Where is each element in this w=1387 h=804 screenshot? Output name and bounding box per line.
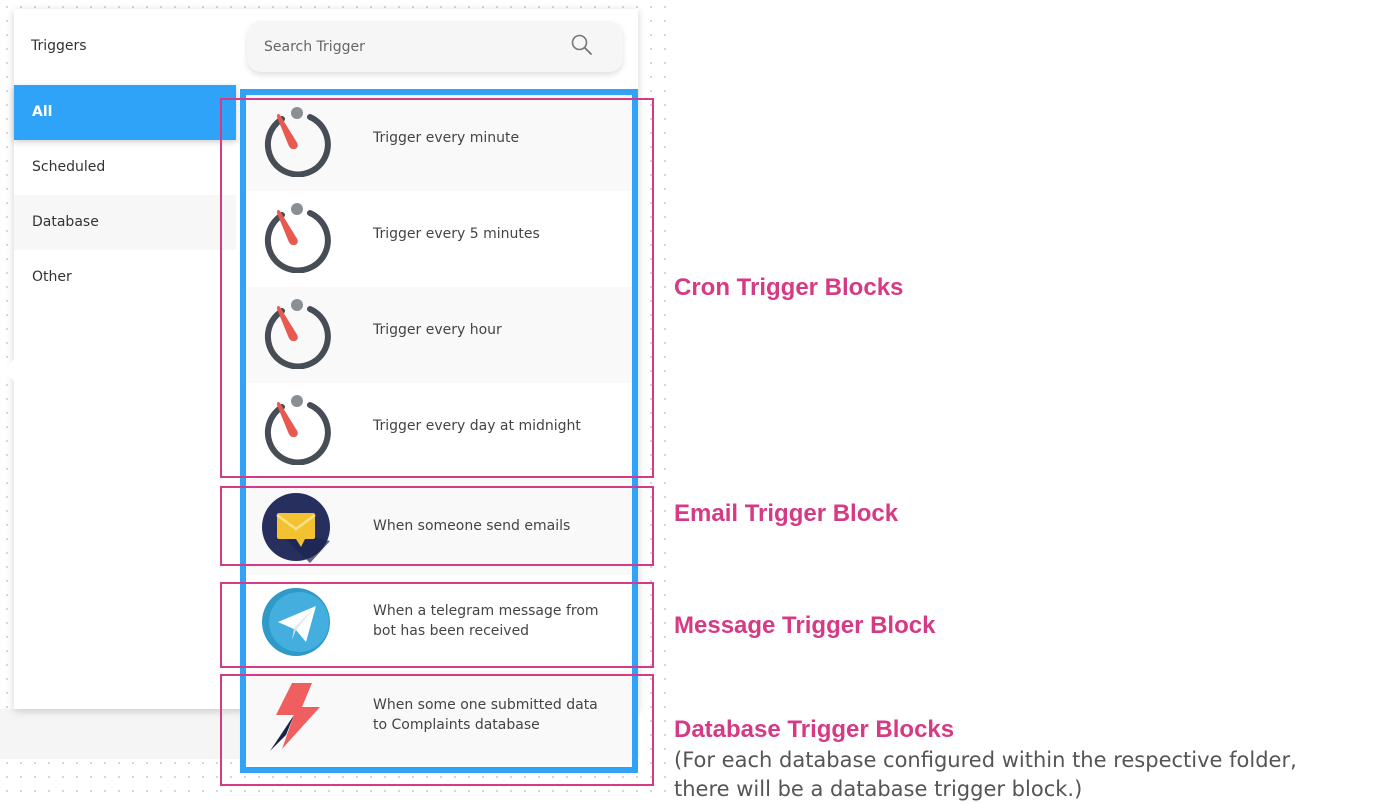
sidebar-title: Triggers	[31, 38, 87, 54]
cron-annotation-box	[220, 98, 654, 478]
message-annotation-box	[220, 582, 654, 668]
search-input[interactable]	[262, 34, 556, 60]
database-annotation-label: Database Trigger Blocks	[674, 716, 955, 743]
search-box	[247, 21, 623, 72]
email-annotation-box	[220, 486, 654, 566]
sidebar-item-all[interactable]: All	[14, 85, 236, 140]
message-annotation-label: Message Trigger Block	[674, 612, 936, 639]
database-annotation-note: (For each database configured within the…	[674, 748, 1297, 801]
sidebar-item-scheduled[interactable]: Scheduled	[14, 140, 236, 195]
sidebar-item-database[interactable]: Database	[14, 195, 236, 250]
sidebar: All Scheduled Database Other	[14, 85, 236, 305]
database-annotation-box	[220, 674, 654, 786]
panel-pointer	[3, 359, 14, 381]
cron-annotation-label: Cron Trigger Blocks	[674, 274, 904, 301]
sidebar-item-other[interactable]: Other	[14, 250, 236, 305]
email-annotation-label: Email Trigger Block	[674, 500, 899, 527]
search-icon[interactable]	[570, 33, 594, 61]
